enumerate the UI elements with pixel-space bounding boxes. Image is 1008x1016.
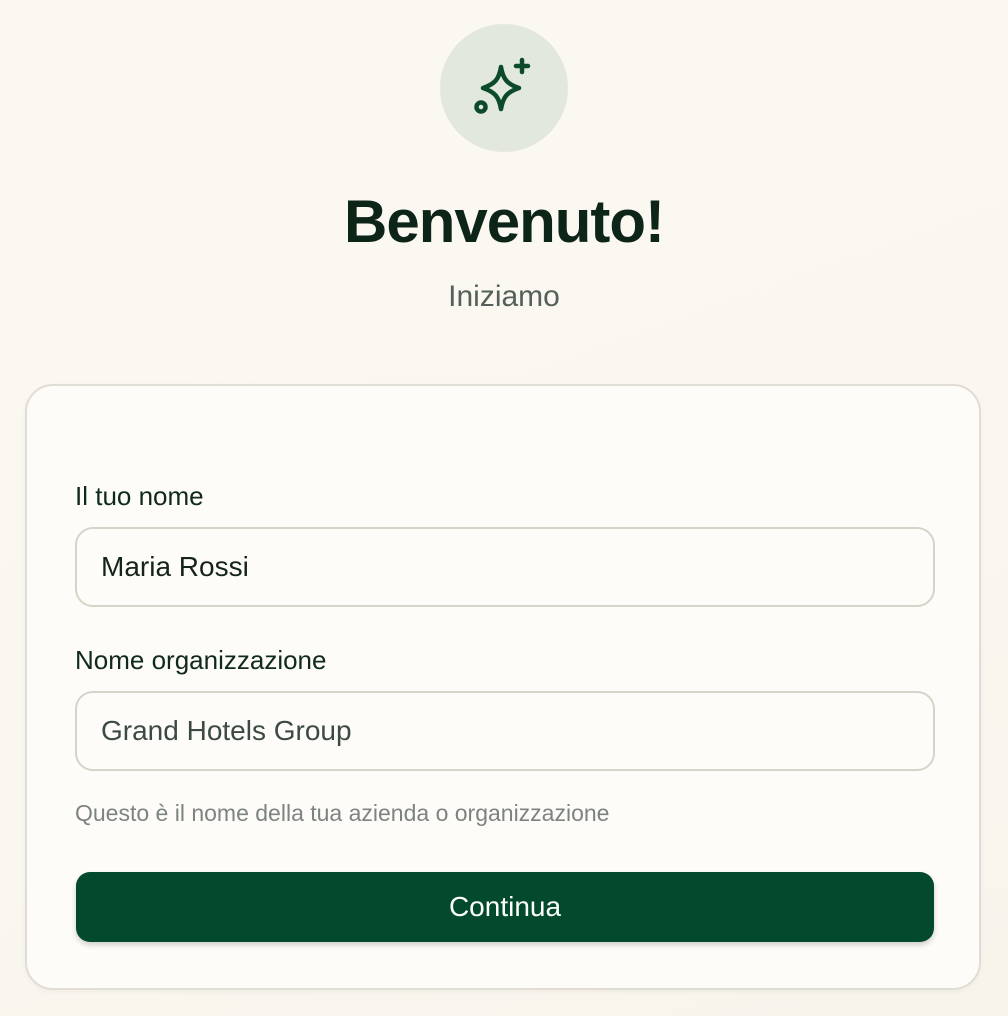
name-input[interactable] [75,527,935,607]
continue-button[interactable]: Continua [76,872,934,942]
page-subtitle: Iniziamo [448,280,560,313]
sparkles-icon [474,57,531,114]
onboarding-card: Il tuo nome Nome organizzazione Questo è… [25,384,981,990]
organization-helper-text: Questo è il nome della tua azienda o org… [75,800,610,826]
name-label: Il tuo nome [75,481,204,511]
organization-label: Nome organizzazione [75,645,327,675]
page-title: Benvenuto! [344,188,665,255]
logo-badge [440,24,568,152]
organization-input[interactable] [75,691,935,771]
